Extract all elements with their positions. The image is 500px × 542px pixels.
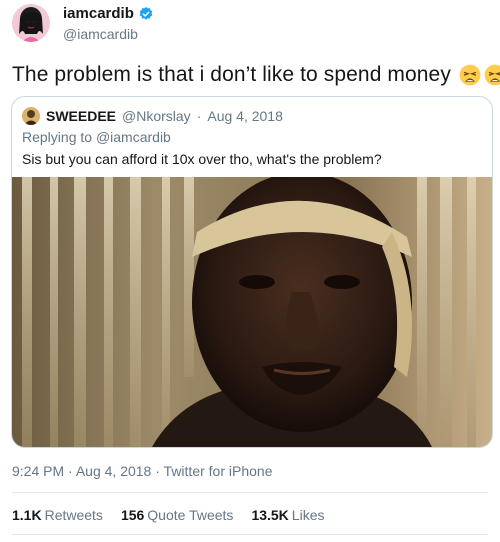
photo-image	[12, 172, 492, 447]
quoted-tweet-text: Sis but you can afford it 10x over tho, …	[22, 151, 382, 167]
quoted-author-name[interactable]: SWEEDEE	[46, 108, 116, 125]
quoted-author-handle[interactable]: @Nkorslay	[122, 108, 191, 125]
quoted-tweet-photo[interactable]	[12, 172, 492, 447]
likes-count: 13.5K	[251, 507, 289, 523]
likes-stat[interactable]: 13.5K Likes	[251, 507, 324, 524]
quoted-tweet-card[interactable]: SWEEDEE @Nkorslay · Aug 4, 2018 Replying…	[11, 96, 493, 448]
replying-to-label: Replying to	[22, 129, 93, 145]
verified-badge-icon	[138, 6, 154, 22]
weary-face-icon	[459, 64, 481, 86]
meta-separator: ·	[196, 107, 202, 124]
tweet-timestamp[interactable]: 9:24 PM · Aug 4, 2018 · Twitter for iPho…	[12, 463, 272, 480]
tweet-source[interactable]: Twitter for iPhone	[164, 463, 273, 479]
quote-tweets-count: 156	[120, 507, 145, 523]
quoted-tweet-date[interactable]: Aug 4, 2018	[207, 108, 283, 125]
replying-to-handle[interactable]: @iamcardib	[96, 129, 171, 145]
tweet-text-content: The problem is that i don’t like to spen…	[12, 63, 451, 86]
author-display-name[interactable]: iamcardib	[63, 5, 154, 23]
quoted-tweet-header: SWEEDEE @Nkorslay · Aug 4, 2018	[22, 107, 283, 125]
tweet-time: 9:24 PM	[12, 463, 65, 479]
engagement-stats: 1.1K Retweets 156 Quote Tweets 13.5K Likes	[12, 507, 324, 524]
avatar-image	[12, 4, 50, 42]
quoted-author-avatar[interactable]	[22, 107, 40, 125]
source-separator: ·	[155, 463, 160, 479]
retweets-stat[interactable]: 1.1K Retweets	[12, 507, 103, 524]
timestamp-separator: ·	[68, 463, 73, 479]
likes-label: Likes	[291, 507, 325, 523]
retweets-label: Retweets	[44, 507, 103, 523]
author-name-text: iamcardib	[63, 5, 134, 22]
tweet-text: The problem is that i don’t like to spen…	[12, 62, 500, 88]
replying-to-line: Replying to @iamcardib	[22, 129, 171, 146]
quote-tweets-stat[interactable]: 156 Quote Tweets	[121, 507, 234, 524]
weary-face-icon	[484, 64, 500, 86]
author-handle[interactable]: @iamcardib	[63, 26, 138, 43]
quote-tweets-label: Quote Tweets	[147, 507, 234, 523]
divider	[12, 492, 488, 493]
tweet-date: Aug 4, 2018	[75, 463, 152, 479]
retweets-count: 1.1K	[12, 507, 42, 523]
author-avatar[interactable]	[12, 4, 50, 42]
divider	[12, 534, 488, 535]
